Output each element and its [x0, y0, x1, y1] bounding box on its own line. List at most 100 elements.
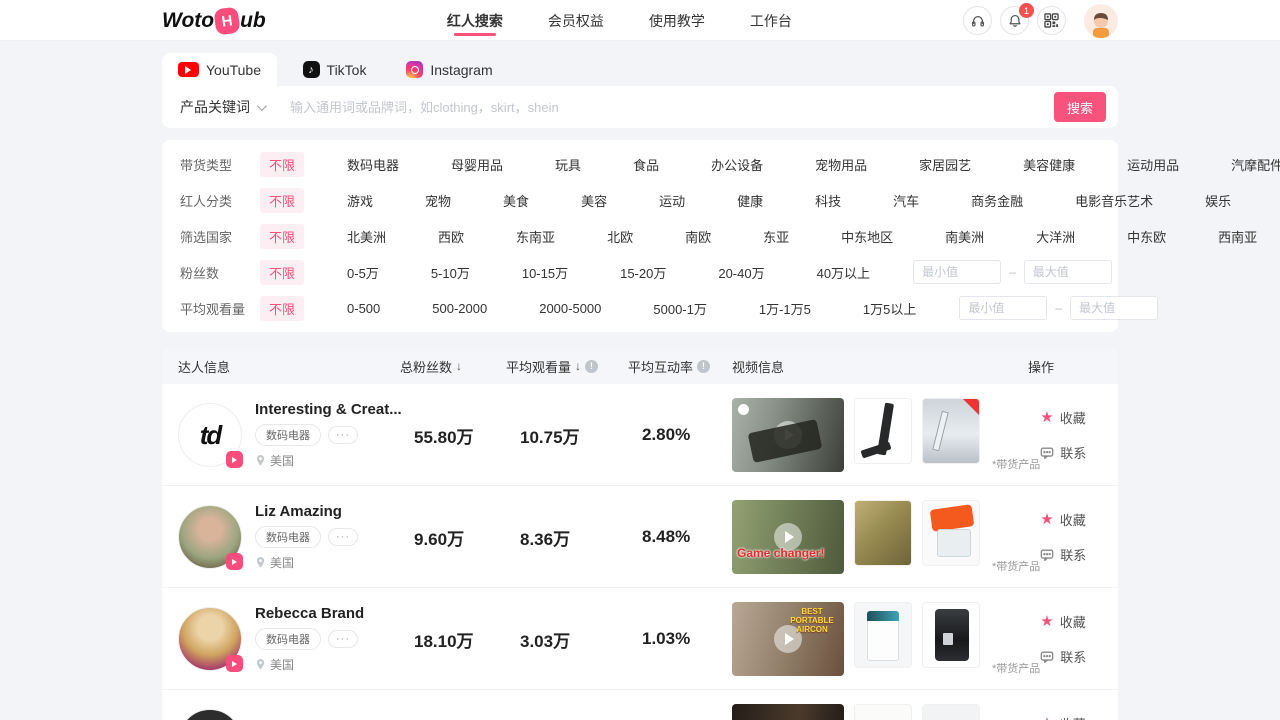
filter-option[interactable]: 宠物用品	[806, 152, 876, 177]
influencer-avatar[interactable]: td	[178, 403, 242, 467]
contact-button[interactable]: 联系	[1040, 443, 1114, 462]
filter-option[interactable]: 20-40万	[709, 260, 773, 285]
nav-membership[interactable]: 会员权益	[548, 0, 604, 42]
filter-option[interactable]: 1万5以上	[854, 296, 925, 321]
filter-option[interactable]: 5000-1万	[644, 296, 715, 321]
video-thumbnail[interactable]: Lexar	[732, 704, 844, 720]
filter-option[interactable]: 时尚生活	[1274, 188, 1280, 213]
filter-option[interactable]: 500-2000	[423, 298, 496, 319]
filter-option[interactable]: 电影音乐艺术	[1066, 188, 1162, 213]
filter-option[interactable]: 0-5万	[338, 260, 388, 285]
filter-option[interactable]: 15-20万	[611, 260, 675, 285]
filter-option[interactable]: 西南亚	[1209, 224, 1266, 249]
product-thumbnail[interactable]	[922, 704, 980, 720]
filter-option[interactable]: 1万-1万5	[750, 296, 820, 321]
filter-option[interactable]: 家居园艺	[910, 152, 980, 177]
video-thumbnail[interactable]: Game changer!	[732, 500, 844, 574]
influencer-avatar[interactable]	[178, 607, 242, 671]
product-thumbnail[interactable]	[854, 602, 912, 668]
contact-button[interactable]: 联系	[1040, 647, 1114, 666]
filter-option[interactable]: 40万以上	[808, 260, 879, 285]
views-min-input[interactable]	[959, 296, 1047, 320]
favorite-button[interactable]: ★收藏	[1040, 408, 1114, 427]
filter-option[interactable]: 5-10万	[422, 260, 479, 285]
filter-option[interactable]: 北美洲	[338, 224, 395, 249]
influencer-name[interactable]: Liz Amazing	[255, 503, 358, 520]
filter-option[interactable]: 美容健康	[1014, 152, 1084, 177]
favorite-button[interactable]: ★收藏	[1040, 714, 1114, 720]
filter-option[interactable]: 娱乐	[1196, 188, 1240, 213]
favorite-button[interactable]: ★收藏	[1040, 612, 1114, 631]
tab-instagram[interactable]: Instagram	[392, 53, 507, 86]
filter-option[interactable]: 科技	[806, 188, 850, 213]
info-icon[interactable]: !	[585, 360, 598, 373]
filter-option[interactable]: 北欧	[598, 224, 642, 249]
more-tags-button[interactable]: ···	[328, 528, 358, 546]
search-button[interactable]: 搜索	[1054, 92, 1106, 122]
filter-option[interactable]: 0-500	[338, 298, 389, 319]
filter-option[interactable]: 东南亚	[507, 224, 564, 249]
product-thumbnail[interactable]	[922, 602, 980, 668]
filter-option[interactable]: 食品	[624, 152, 668, 177]
filter-option[interactable]: 美容	[572, 188, 616, 213]
filter-option[interactable]: 不限	[260, 188, 304, 213]
video-thumbnail[interactable]	[732, 398, 844, 472]
filter-option[interactable]: 母婴用品	[442, 152, 512, 177]
search-input[interactable]	[290, 100, 1054, 115]
tab-tiktok[interactable]: ♪ TikTok	[277, 53, 392, 86]
product-thumbnail[interactable]	[854, 398, 912, 464]
qr-code-button[interactable]	[1037, 6, 1066, 35]
customer-service-button[interactable]	[963, 6, 992, 35]
favorite-button[interactable]: ★收藏	[1040, 510, 1114, 529]
more-tags-button[interactable]: ···	[328, 630, 358, 648]
nav-workbench[interactable]: 工作台	[750, 0, 792, 42]
filter-option[interactable]: 美食	[494, 188, 538, 213]
influencer-avatar[interactable]	[178, 505, 242, 569]
filter-option[interactable]: 不限	[260, 296, 304, 321]
video-thumbnail[interactable]: BEST PORTABLE AIRCON	[732, 602, 844, 676]
filter-option[interactable]: 数码电器	[338, 152, 408, 177]
influencer-avatar[interactable]: GLG	[178, 709, 242, 720]
filter-option[interactable]: 2000-5000	[530, 298, 610, 319]
filter-option[interactable]: 汽车	[884, 188, 928, 213]
followers-max-input[interactable]	[1024, 260, 1112, 284]
filter-option[interactable]: 办公设备	[702, 152, 772, 177]
filter-option[interactable]: 10-15万	[513, 260, 577, 285]
contact-button[interactable]: 联系	[1040, 545, 1114, 564]
nav-tutorial[interactable]: 使用教学	[649, 0, 705, 42]
col-total-followers[interactable]: 总粉丝数↓	[400, 357, 506, 376]
filter-option[interactable]: 玩具	[546, 152, 590, 177]
followers-min-input[interactable]	[913, 260, 1001, 284]
filter-option[interactable]: 中东欧	[1118, 224, 1175, 249]
influencer-name[interactable]: Interesting & Creat...	[255, 401, 400, 418]
product-thumbnail[interactable]	[922, 398, 980, 464]
filter-option[interactable]: 大洋洲	[1027, 224, 1084, 249]
more-tags-button[interactable]: ···	[328, 426, 358, 444]
user-avatar[interactable]	[1084, 4, 1118, 38]
filter-option[interactable]: 运动用品	[1118, 152, 1188, 177]
filter-option[interactable]: 商务金融	[962, 188, 1032, 213]
product-thumbnail[interactable]	[854, 500, 912, 566]
tab-youtube[interactable]: YouTube	[162, 53, 277, 86]
influencer-name[interactable]: Rebecca Brand	[255, 605, 364, 622]
product-thumbnail[interactable]	[922, 500, 980, 566]
keyword-type-dropdown[interactable]: 产品关键词	[180, 97, 264, 117]
filter-option[interactable]: 游戏	[338, 188, 382, 213]
filter-option[interactable]: 不限	[260, 260, 304, 285]
filter-option[interactable]: 健康	[728, 188, 772, 213]
wotohub-logo[interactable]: Woto H ub	[162, 8, 266, 34]
filter-option[interactable]: 汽摩配件	[1222, 152, 1280, 177]
notifications-button[interactable]: 1	[1000, 6, 1029, 35]
col-avg-engagement[interactable]: 平均互动率!	[628, 357, 732, 376]
filter-option[interactable]: 运动	[650, 188, 694, 213]
filter-option[interactable]: 不限	[260, 152, 304, 177]
filter-option[interactable]: 南美洲	[936, 224, 993, 249]
info-icon[interactable]: !	[697, 360, 710, 373]
filter-option[interactable]: 宠物	[416, 188, 460, 213]
filter-option[interactable]: 东亚	[754, 224, 798, 249]
product-thumbnail[interactable]: 256GB	[854, 704, 912, 720]
filter-option[interactable]: 不限	[260, 224, 304, 249]
col-avg-views[interactable]: 平均观看量↓!	[506, 357, 628, 376]
filter-option[interactable]: 中东地区	[832, 224, 902, 249]
filter-option[interactable]: 南欧	[676, 224, 720, 249]
